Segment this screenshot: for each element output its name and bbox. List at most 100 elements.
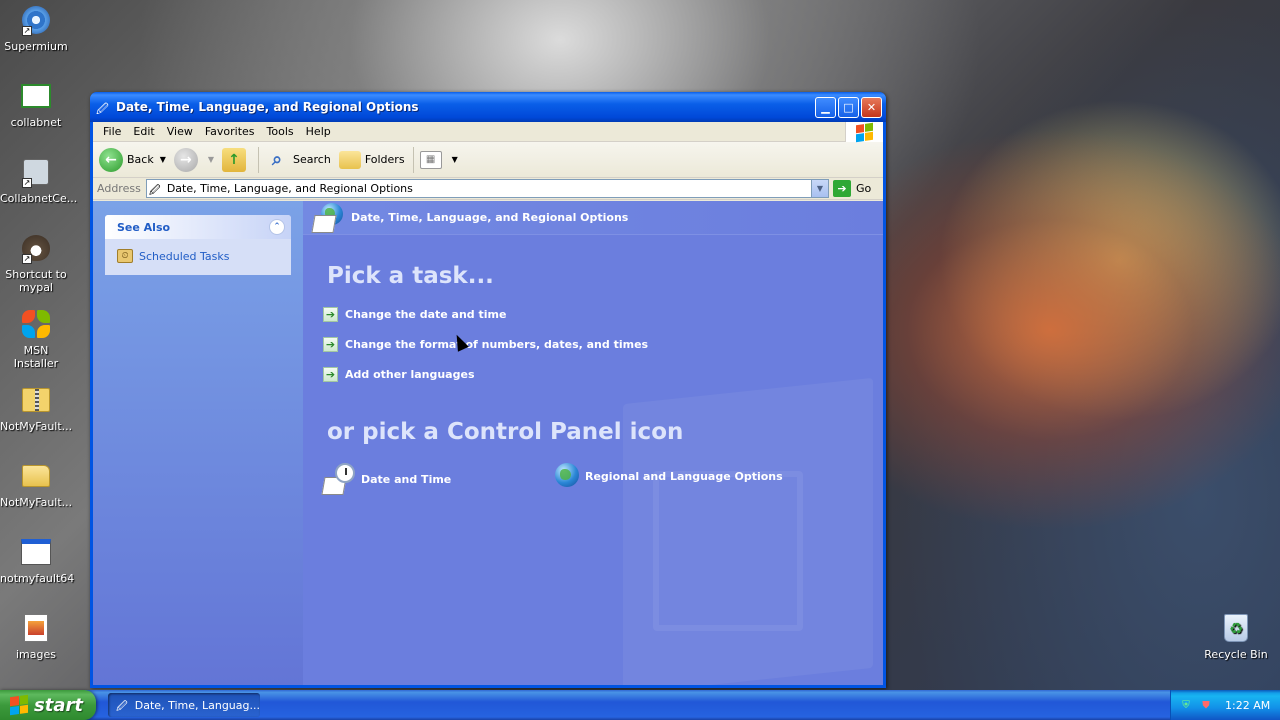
desktop-icon-msn-installer[interactable]: MSN Installer bbox=[0, 308, 72, 370]
image-file-icon bbox=[20, 612, 52, 644]
folder-icon bbox=[20, 460, 52, 492]
category-header: Date, Time, Language, and Regional Optio… bbox=[303, 201, 883, 235]
see-also-title: See Also bbox=[117, 220, 171, 234]
toolbar-separator bbox=[258, 146, 260, 173]
chevron-down-icon[interactable]: ▼ bbox=[208, 155, 214, 164]
desktop-icon-supermium[interactable]: ↗ Supermium bbox=[0, 4, 72, 53]
task-change-format[interactable]: ➔ Change the format of numbers, dates, a… bbox=[323, 337, 648, 352]
chevron-down-icon[interactable]: ▼ bbox=[160, 155, 166, 164]
forward-button[interactable]: → ▼ bbox=[173, 147, 214, 172]
desktop-icon-notmyfault-folder[interactable]: NotMyFault... bbox=[0, 460, 72, 509]
minimize-button[interactable]: ▁ bbox=[815, 96, 836, 118]
desktop-icon-label: MSN Installer bbox=[13, 344, 59, 370]
network-shield-icon[interactable]: ⛨ bbox=[1179, 698, 1193, 712]
control-panel-icon: 🖉 bbox=[96, 102, 109, 116]
desktop-icon-label: collabnet bbox=[10, 116, 62, 129]
cp-icon-date-time[interactable]: Date and Time bbox=[321, 463, 452, 495]
taskbar: start 🖉 Date, Time, Languag... ⛨ ⛊ 1:22 … bbox=[0, 690, 1280, 720]
taskbar-window-label: Date, Time, Languag... bbox=[134, 698, 260, 712]
menu-favorites[interactable]: Favorites bbox=[199, 125, 261, 138]
menu-view[interactable]: View bbox=[161, 125, 199, 138]
back-label: Back bbox=[127, 153, 154, 166]
task-label: Change the format of numbers, dates, and… bbox=[345, 338, 649, 351]
collapse-chevron-icon[interactable]: ⌃ bbox=[269, 219, 285, 235]
green-arrow-icon: ➔ bbox=[323, 367, 338, 382]
green-arrow-icon: ➔ bbox=[323, 337, 338, 352]
scheduled-tasks-icon: ⏲ bbox=[117, 249, 133, 263]
cp-icon-regional-language[interactable]: Regional and Language Options bbox=[555, 463, 783, 489]
menu-bar: File Edit View Favorites Tools Help bbox=[93, 122, 883, 142]
collabnet-certificate-icon: ↗ bbox=[20, 156, 52, 188]
close-button[interactable]: ✕ bbox=[861, 96, 882, 118]
desktop-icon-label: Recycle Bin bbox=[1204, 648, 1268, 661]
desktop-icon-notmyfault64[interactable]: notmyfault64 bbox=[0, 536, 75, 585]
desktop-icon-recycle-bin[interactable]: ♻ Recycle Bin bbox=[1200, 612, 1272, 661]
back-arrow-icon: ← bbox=[99, 147, 123, 172]
green-arrow-icon: ➔ bbox=[323, 307, 338, 322]
tray-clock[interactable]: 1:22 AM bbox=[1225, 699, 1270, 712]
collabnet-icon bbox=[20, 80, 52, 112]
watermark-checkmark-graphic bbox=[653, 471, 803, 631]
system-tray: ⛨ ⛊ 1:22 AM bbox=[1170, 690, 1280, 720]
desktop-icon-label: notmyfault64 bbox=[0, 572, 75, 585]
or-pick-heading: or pick a Control Panel icon bbox=[327, 419, 684, 445]
standard-toolbar: ← Back ▼ → ▼ ↑ ⌕ Search Folders ▦ ▼ bbox=[93, 142, 883, 178]
control-panel-icon: 🖉 bbox=[148, 183, 161, 197]
address-bar: Address 🖉 Date, Time, Language, and Regi… bbox=[93, 178, 883, 200]
scheduled-tasks-link[interactable]: ⏲ Scheduled Tasks bbox=[117, 249, 279, 263]
taskbar-window-button[interactable]: 🖉 Date, Time, Languag... bbox=[108, 693, 260, 717]
address-label: Address bbox=[97, 182, 141, 195]
forward-arrow-icon: → bbox=[173, 147, 198, 172]
up-folder-icon: ↑ bbox=[222, 147, 247, 172]
menu-help[interactable]: Help bbox=[300, 125, 337, 138]
category-title: Date, Time, Language, and Regional Optio… bbox=[351, 211, 629, 224]
views-button[interactable]: ▦ ▼ bbox=[419, 150, 458, 169]
go-button[interactable]: ➔ Go bbox=[833, 180, 879, 197]
mypal-icon: ↗ bbox=[20, 232, 52, 264]
desktop-icon-mypal[interactable]: ↗ Shortcut to mypal bbox=[0, 232, 72, 294]
search-button[interactable]: ⌕ Search bbox=[265, 148, 331, 172]
windows-flag-icon bbox=[10, 694, 28, 716]
address-dropdown-button[interactable]: ▼ bbox=[811, 180, 828, 197]
task-label: Change the date and time bbox=[345, 308, 507, 321]
menu-tools[interactable]: Tools bbox=[261, 125, 300, 138]
maximize-button[interactable]: □ bbox=[838, 96, 859, 118]
security-alert-icon[interactable]: ⛊ bbox=[1199, 698, 1213, 712]
window-titlebar[interactable]: 🖉 Date, Time, Language, and Regional Opt… bbox=[90, 92, 886, 122]
desktop-icon-collabnet[interactable]: collabnet bbox=[0, 80, 72, 129]
recycle-bin-icon: ♻ bbox=[1220, 612, 1252, 644]
date-time-language-category-icon bbox=[311, 202, 343, 233]
desktop-icon-label: NotMyFault... bbox=[0, 420, 73, 433]
go-label: Go bbox=[856, 182, 872, 195]
folders-icon bbox=[338, 150, 361, 169]
see-also-header[interactable]: See Also ⌃ bbox=[105, 215, 291, 239]
toolbar-separator bbox=[412, 146, 414, 173]
desktop-icon-collabnetce[interactable]: ↗ CollabnetCe... bbox=[0, 156, 78, 205]
pick-task-heading: Pick a task... bbox=[327, 263, 494, 289]
desktop-icon-label: CollabnetCe... bbox=[0, 192, 78, 205]
menu-edit[interactable]: Edit bbox=[127, 125, 160, 138]
back-button[interactable]: ← Back ▼ bbox=[99, 147, 166, 172]
control-panel-icon: 🖉 bbox=[116, 700, 128, 713]
task-change-date-time[interactable]: ➔ Change the date and time bbox=[323, 307, 506, 322]
msn-butterfly-icon bbox=[20, 308, 52, 340]
folders-label: Folders bbox=[364, 153, 405, 166]
address-value: Date, Time, Language, and Regional Optio… bbox=[166, 182, 413, 195]
start-button[interactable]: start bbox=[0, 690, 96, 720]
category-pane: Date, Time, Language, and Regional Optio… bbox=[303, 201, 883, 685]
content-area: See Also ⌃ ⏲ Scheduled Tasks Date, Time,… bbox=[93, 201, 883, 685]
up-folder-button[interactable]: ↑ bbox=[222, 147, 250, 172]
cp-icon-label: Date and Time bbox=[361, 472, 452, 486]
menu-file[interactable]: File bbox=[97, 125, 127, 138]
chevron-down-icon[interactable]: ▼ bbox=[452, 155, 458, 164]
address-field[interactable]: 🖉 Date, Time, Language, and Regional Opt… bbox=[145, 179, 829, 198]
desktop-icon-label: images bbox=[16, 648, 56, 661]
folders-button[interactable]: Folders bbox=[338, 150, 405, 169]
desktop-icon-images[interactable]: images bbox=[0, 612, 72, 661]
search-icon: ⌕ bbox=[271, 149, 283, 170]
search-label: Search bbox=[293, 153, 331, 166]
window-client: File Edit View Favorites Tools Help ← Ba… bbox=[93, 122, 883, 685]
desktop-icon-notmyfault-zip[interactable]: NotMyFault... bbox=[0, 384, 72, 433]
application-window-icon bbox=[20, 536, 52, 568]
task-add-languages[interactable]: ➔ Add other languages bbox=[323, 367, 475, 382]
